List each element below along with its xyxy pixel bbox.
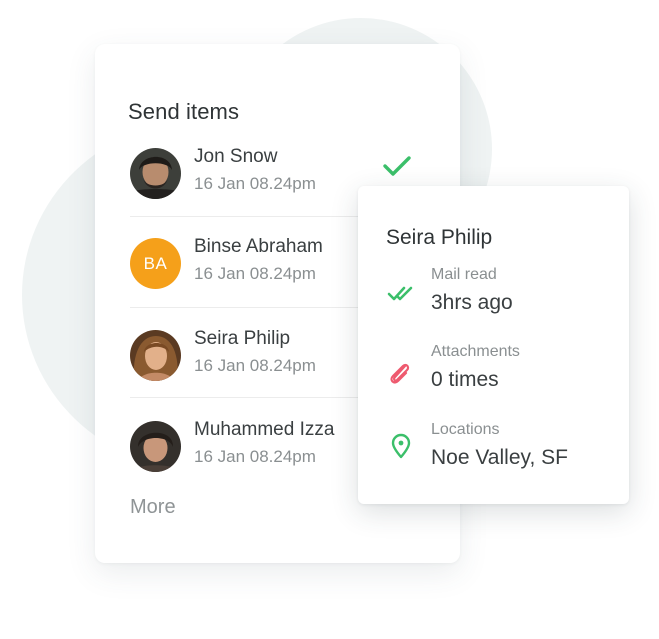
contact-name: Binse Abraham (194, 236, 323, 257)
contact-detail-popover: Seira Philip Mail read 3hrs ago Attachme… (358, 186, 629, 504)
card-title: Send items (128, 99, 240, 124)
stat-value: 3hrs ago (431, 291, 513, 314)
more-link[interactable]: More (130, 496, 176, 519)
stat-label: Locations (431, 421, 500, 438)
contact-time: 16 Jan 08.24pm (194, 174, 316, 193)
paperclip-icon (390, 363, 410, 384)
contact-time: 16 Jan 08.24pm (194, 356, 316, 375)
contact-name: Jon Snow (194, 146, 278, 167)
avatar: BA (130, 238, 181, 289)
contact-time: 16 Jan 08.24pm (194, 447, 316, 466)
contact-time: 16 Jan 08.24pm (194, 264, 316, 283)
popover-title: Seira Philip (386, 226, 493, 249)
stat-label: Mail read (431, 266, 497, 283)
avatar (130, 148, 181, 199)
stat-value: 0 times (431, 368, 499, 391)
contact-name: Seira Philip (194, 328, 291, 349)
avatar (130, 421, 181, 472)
stat-value: Noe Valley, SF (431, 446, 568, 469)
contact-name: Muhammed Izza (194, 419, 335, 440)
avatar (130, 330, 181, 381)
location-pin-icon (391, 433, 411, 459)
stat-label: Attachments (431, 343, 520, 360)
double-check-icon (387, 286, 413, 301)
